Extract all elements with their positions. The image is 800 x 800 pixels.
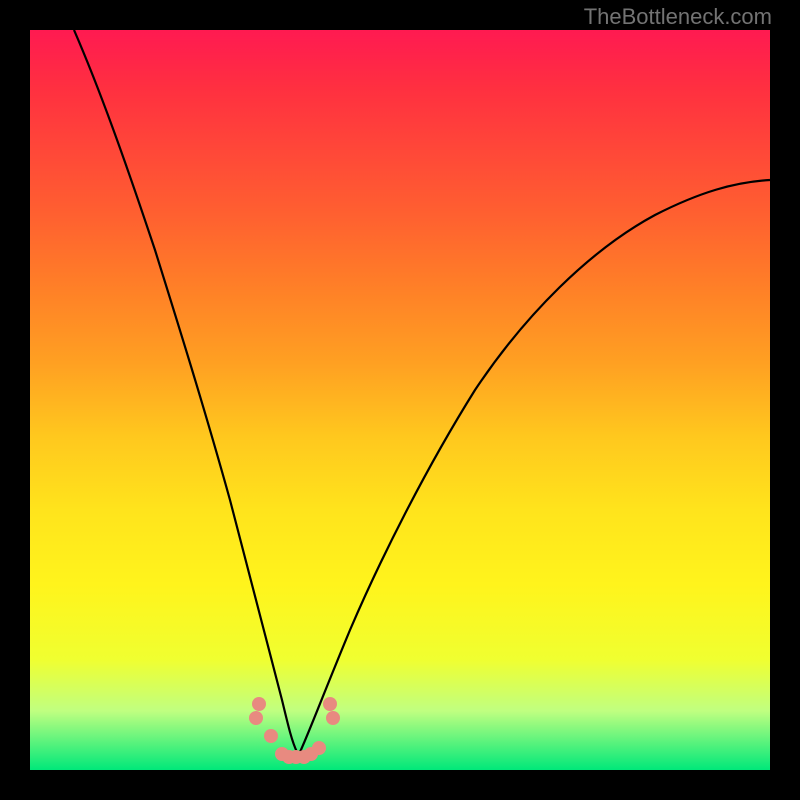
marker-dot (323, 697, 337, 711)
watermark: TheBottleneck.com (584, 4, 772, 30)
marker-dot (312, 741, 326, 755)
marker-group (249, 697, 340, 764)
marker-dot (252, 697, 266, 711)
chart-frame: TheBottleneck.com (0, 0, 800, 800)
plot-area (30, 30, 770, 770)
marker-dot (264, 729, 278, 743)
bottleneck-curve-path (74, 30, 770, 754)
curve-svg (30, 30, 770, 770)
marker-dot (249, 711, 263, 725)
marker-dot (326, 711, 340, 725)
